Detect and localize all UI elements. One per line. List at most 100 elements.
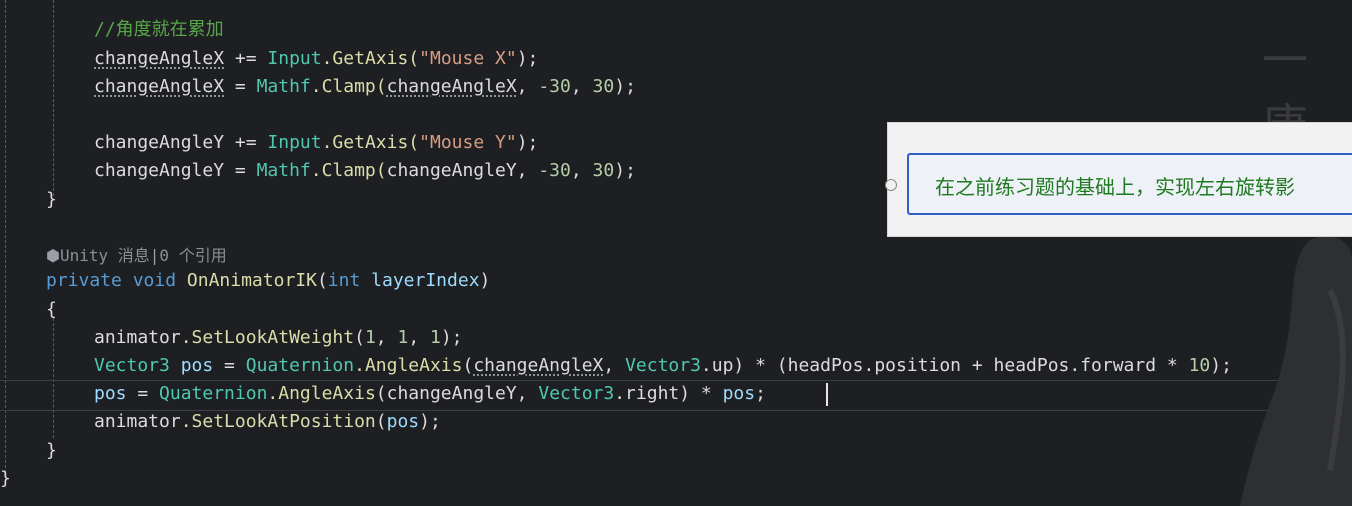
code-token: pos <box>722 383 756 404</box>
code-token: , <box>603 355 626 376</box>
code-token: , <box>516 383 539 404</box>
unity-icon: ⬢ <box>46 246 60 265</box>
code-token: private <box>46 270 122 291</box>
code-line-comment: //角度就在累加 <box>94 19 224 40</box>
code-token: pos <box>180 355 214 376</box>
code-token: ); <box>614 160 636 181</box>
code-token: pos <box>386 411 420 432</box>
code-token: .right) * <box>614 383 723 404</box>
code-token: = <box>126 383 160 404</box>
code-token: ); <box>516 48 539 69</box>
code-token: .Clamp( <box>310 76 387 97</box>
code-line-signature: private void OnAnimatorIK(int layerIndex… <box>46 267 490 295</box>
code-token: changeAngleY <box>94 132 225 153</box>
code-token: -30 <box>538 76 571 97</box>
code-token: = <box>224 76 257 97</box>
code-token: ( <box>375 411 387 432</box>
indent-guide-method-1 <box>53 0 54 196</box>
codelens-references[interactable]: 0 个引用 <box>159 246 226 265</box>
text-caret <box>826 383 828 406</box>
code-line-3: changeAngleY += Input.GetAxis("Mouse Y")… <box>94 129 538 157</box>
code-token: void <box>132 270 177 291</box>
code-token: .GetAxis( <box>321 132 420 153</box>
code-token: ; <box>755 383 766 404</box>
code-token: 1 <box>397 327 409 348</box>
code-token: Quaternion <box>159 383 268 404</box>
code-line-close-brace-method: } <box>46 440 57 461</box>
code-token: , <box>408 327 430 348</box>
code-token: Vector3 <box>625 355 701 376</box>
code-token: animator <box>94 411 181 432</box>
code-line-close-brace-class: } <box>0 468 11 489</box>
code-token: "Mouse X" <box>419 48 517 69</box>
codelens-unity[interactable]: Unity 消息 <box>60 246 150 265</box>
code-token: int <box>327 270 361 291</box>
code-token: , <box>516 76 539 97</box>
code-token: "Mouse Y" <box>419 132 517 153</box>
code-line-close-brace: } <box>46 189 57 210</box>
code-line-4: changeAngleY = Mathf.Clamp(changeAngleY,… <box>94 157 636 185</box>
popup-text: 在之前练习题的基础上，实现左右旋转影 <box>935 175 1295 199</box>
codelens[interactable]: ⬢Unity 消息|0 个引用 <box>46 242 227 270</box>
code-token: 30 <box>592 76 615 97</box>
code-line-5: animator.SetLookAtWeight(1, 1, 1); <box>94 324 463 352</box>
code-line-open-brace: { <box>46 299 57 320</box>
code-token: 1 <box>364 327 376 348</box>
code-token: Vector3 <box>94 355 170 376</box>
code-token: , <box>516 160 539 181</box>
code-token: , <box>570 160 593 181</box>
code-token: ); <box>1210 355 1232 376</box>
person-silhouette-image <box>1240 236 1352 506</box>
code-token: ); <box>440 327 463 348</box>
code-token: ( <box>375 383 387 404</box>
code-token: changeAngleX <box>94 48 225 69</box>
code-line-1: changeAngleX += Input.GetAxis("Mouse X")… <box>94 45 538 73</box>
code-token: , <box>375 327 398 348</box>
code-token: -30 <box>538 160 571 181</box>
code-token: += <box>224 48 268 69</box>
code-token: = <box>213 355 246 376</box>
code-line-7: pos = Quaternion.AngleAxis(changeAngleY,… <box>94 380 766 408</box>
code-token: 10 <box>1188 355 1211 376</box>
code-token: 30 <box>592 160 615 181</box>
code-token: 1 <box>430 327 441 348</box>
code-token: ) <box>479 270 491 291</box>
code-token: layerIndex <box>371 270 480 291</box>
code-token: , <box>570 76 593 97</box>
code-token: Input <box>267 132 322 153</box>
code-token: OnAnimatorIK <box>186 270 317 291</box>
code-token: .AngleAxis <box>267 383 376 404</box>
code-token: ( <box>354 327 365 348</box>
code-token: changeAngleY <box>386 383 517 404</box>
code-token: .SetLookAtWeight <box>180 327 355 348</box>
code-token: .Clamp( <box>310 160 387 181</box>
code-token: Mathf <box>256 160 311 181</box>
code-token: changeAngleX <box>473 355 604 376</box>
code-token: ); <box>419 411 441 432</box>
code-token: ); <box>614 76 636 97</box>
code-token: = <box>224 160 257 181</box>
indent-guide-method-2 <box>53 318 54 438</box>
code-token: ( <box>316 270 328 291</box>
code-token: ); <box>516 132 539 153</box>
code-token: changeAngleY <box>94 160 225 181</box>
code-token: Vector3 <box>538 383 615 404</box>
code-line-6: Vector3 pos = Quaternion.AngleAxis(chang… <box>94 352 1232 380</box>
code-token: Input <box>267 48 322 69</box>
code-token: ( <box>462 355 474 376</box>
code-token: .AngleAxis <box>354 355 463 376</box>
code-token: pos <box>94 383 127 404</box>
code-token: .GetAxis( <box>321 48 420 69</box>
code-token: changeAngleY <box>386 160 517 181</box>
code-token: changeAngleX <box>386 76 517 97</box>
radio-icon[interactable] <box>885 179 897 191</box>
code-token: Mathf <box>256 76 311 97</box>
code-token: Quaternion <box>245 355 355 376</box>
code-editor[interactable]: //角度就在累加 changeAngleX += Input.GetAxis("… <box>0 0 1352 506</box>
code-token: .up) * (headPos.position + headPos.forwa… <box>700 355 1189 376</box>
code-token: += <box>224 132 268 153</box>
code-token: animator <box>94 327 181 348</box>
code-line-2: changeAngleX = Mathf.Clamp(changeAngleX,… <box>94 73 636 101</box>
code-line-8: animator.SetLookAtPosition(pos); <box>94 408 441 436</box>
code-token: changeAngleX <box>94 76 225 97</box>
